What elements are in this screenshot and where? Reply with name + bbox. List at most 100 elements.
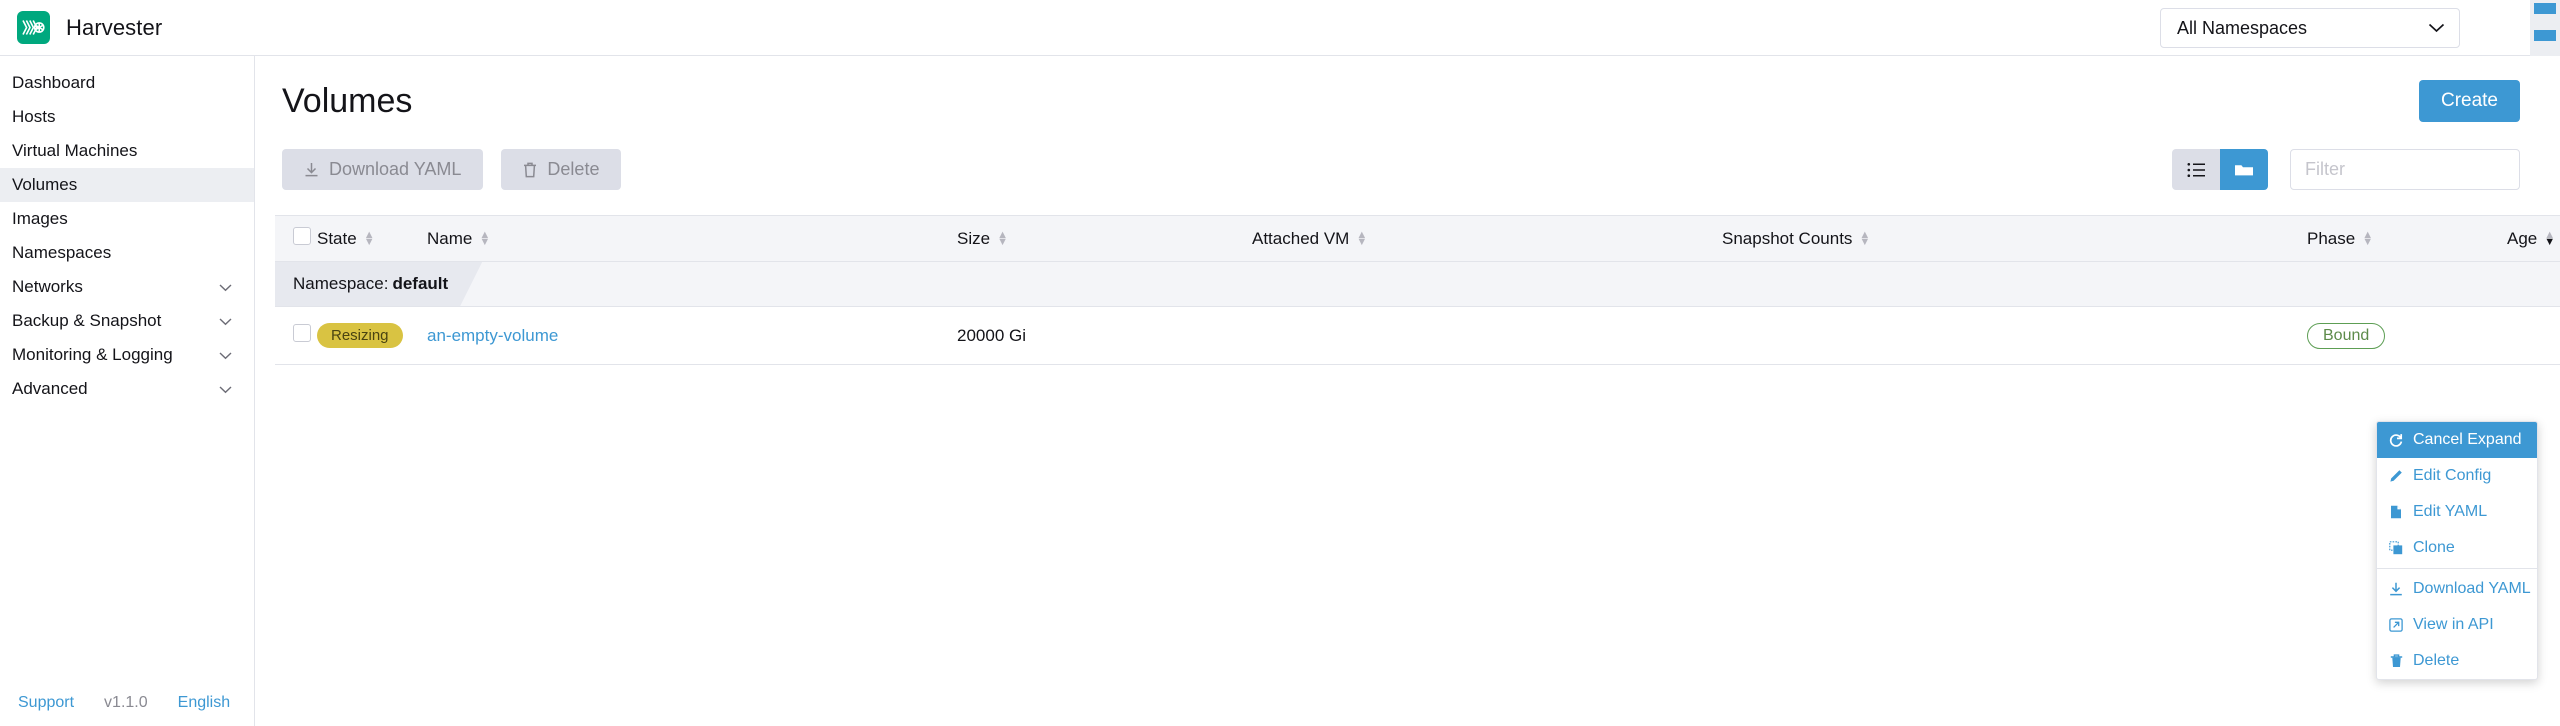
sidebar: Dashboard Hosts Virtual Machines Volumes… bbox=[0, 55, 255, 726]
cell-phase: Bound bbox=[2307, 306, 2507, 365]
filter-input[interactable] bbox=[2290, 149, 2520, 190]
namespace-selector-value: All Namespaces bbox=[2177, 17, 2308, 38]
cell-state: Resizing bbox=[317, 306, 427, 365]
sidebar-item-namespaces[interactable]: Namespaces bbox=[0, 236, 254, 270]
column-header-age[interactable]: Age ▲ ▼ bbox=[2507, 216, 2560, 262]
column-header-state[interactable]: State ▲ ▼ bbox=[317, 216, 427, 262]
brand[interactable]: Harvester bbox=[0, 11, 162, 44]
column-label: Age bbox=[2507, 228, 2538, 248]
language-link[interactable]: English bbox=[178, 694, 230, 712]
cell-attached-vm bbox=[1252, 306, 1722, 365]
row-checkbox[interactable] bbox=[293, 324, 311, 342]
sidebar-item-backup-snapshot[interactable]: Backup & Snapshot bbox=[0, 304, 254, 338]
column-label: Attached VM bbox=[1252, 228, 1350, 248]
context-menu-item-edit-config[interactable]: Edit Config bbox=[2377, 458, 2537, 494]
main-content: Volumes Create Download YAML Delete Filt… bbox=[255, 55, 2560, 726]
column-label: Phase bbox=[2307, 228, 2356, 248]
volume-name-link[interactable]: an-empty-volume bbox=[427, 326, 558, 345]
file-icon bbox=[2388, 505, 2404, 519]
sidebar-item-label: Networks bbox=[12, 277, 83, 296]
window-scrollbar[interactable] bbox=[2530, 0, 2560, 56]
sidebar-item-label: Hosts bbox=[12, 107, 56, 126]
refresh-icon bbox=[2388, 433, 2404, 447]
table-head: State ▲ ▼ Name ▲ ▼ Size ▲ ▼ Attached VM … bbox=[275, 215, 2560, 262]
toolbar: Download YAML Delete bbox=[275, 149, 2525, 190]
download-yaml-label: Download YAML bbox=[329, 159, 462, 179]
sidebar-item-networks[interactable]: Networks bbox=[0, 270, 254, 304]
toolbar-left: Download YAML Delete bbox=[282, 149, 622, 190]
namespace-group-tab[interactable]: Namespace: default bbox=[275, 262, 482, 306]
version-label: v1.1.0 bbox=[104, 694, 148, 711]
brand-name: Harvester bbox=[66, 14, 163, 40]
table-group-cell: Namespace: default bbox=[275, 261, 2560, 307]
download-icon bbox=[2388, 582, 2404, 596]
download-icon bbox=[304, 162, 319, 178]
sidebar-item-volumes[interactable]: Volumes bbox=[0, 168, 254, 202]
sidebar-item-label: Virtual Machines bbox=[12, 141, 138, 160]
select-all-header bbox=[275, 216, 317, 262]
app-header: Harvester All Namespaces bbox=[0, 0, 2560, 56]
scrollbar-thumb-top[interactable] bbox=[2534, 3, 2556, 14]
sidebar-item-advanced[interactable]: Advanced bbox=[0, 372, 254, 406]
copy-icon bbox=[2388, 541, 2404, 555]
status-badge: Resizing bbox=[317, 323, 403, 348]
sidebar-item-label: Monitoring & Logging bbox=[12, 345, 173, 364]
chevron-down-icon bbox=[219, 315, 232, 328]
sidebar-item-label: Images bbox=[12, 209, 68, 228]
row-select-cell bbox=[275, 306, 317, 365]
chevron-down-icon bbox=[219, 349, 232, 362]
context-menu-item-cancel-expand[interactable]: Cancel Expand bbox=[2377, 422, 2537, 458]
column-header-size[interactable]: Size ▲ ▼ bbox=[957, 216, 1252, 262]
page-title: Volumes bbox=[282, 82, 413, 120]
phase-badge: Bound bbox=[2307, 322, 2386, 349]
external-link-icon bbox=[2388, 618, 2404, 632]
context-menu-item-label: Cancel Expand bbox=[2413, 431, 2522, 448]
column-header-attached-vm[interactable]: Attached VM ▲ ▼ bbox=[1252, 216, 1722, 262]
column-label: Name bbox=[427, 228, 473, 248]
list-view-icon[interactable] bbox=[2172, 149, 2220, 190]
select-all-checkbox[interactable] bbox=[293, 227, 311, 245]
column-label: State bbox=[317, 228, 357, 248]
sidebar-item-monitoring-logging[interactable]: Monitoring & Logging bbox=[0, 338, 254, 372]
column-header-phase[interactable]: Phase ▲ ▼ bbox=[2307, 216, 2507, 262]
delete-label: Delete bbox=[547, 159, 600, 179]
table-header-row: State ▲ ▼ Name ▲ ▼ Size ▲ ▼ Attached VM … bbox=[275, 215, 2560, 262]
sort-icon: ▲ ▼ bbox=[1859, 228, 1871, 248]
sidebar-item-label: Backup & Snapshot bbox=[12, 311, 162, 330]
sort-icon-descending: ▲ ▼ bbox=[2544, 228, 2556, 248]
delete-button[interactable]: Delete bbox=[501, 149, 622, 190]
sidebar-footer: Support v1.1.0 English bbox=[0, 694, 254, 726]
context-menu-item-edit-yaml[interactable]: Edit YAML bbox=[2377, 494, 2537, 530]
cell-size: 20000 Gi bbox=[957, 306, 1252, 365]
context-menu-item-delete[interactable]: Delete bbox=[2377, 643, 2537, 679]
scrollbar-thumb-bottom[interactable] bbox=[2534, 30, 2556, 41]
chevron-down-icon bbox=[219, 383, 232, 396]
namespace-group-prefix: Namespace: bbox=[293, 274, 389, 293]
chevron-down-icon bbox=[2428, 21, 2445, 36]
context-menu-item-download-yaml[interactable]: Download YAML bbox=[2377, 571, 2537, 607]
folder-group-icon[interactable] bbox=[2220, 149, 2268, 190]
create-button[interactable]: Create bbox=[2418, 80, 2520, 122]
sidebar-item-label: Namespaces bbox=[12, 243, 112, 262]
pencil-icon bbox=[2388, 469, 2404, 483]
download-yaml-button[interactable]: Download YAML bbox=[282, 149, 484, 190]
context-menu-item-clone[interactable]: Clone bbox=[2377, 530, 2537, 566]
table-row[interactable]: Resizing an-empty-volume 20000 Gi Bound bbox=[275, 306, 2560, 365]
app-body: Dashboard Hosts Virtual Machines Volumes… bbox=[0, 55, 2560, 726]
context-menu-item-label: View in API bbox=[2413, 616, 2494, 633]
sidebar-item-hosts[interactable]: Hosts bbox=[0, 100, 254, 134]
column-header-name[interactable]: Name ▲ ▼ bbox=[427, 216, 957, 262]
sidebar-item-images[interactable]: Images bbox=[0, 202, 254, 236]
sort-icon: ▲ ▼ bbox=[997, 228, 1008, 248]
column-label: Size bbox=[957, 228, 991, 248]
sidebar-item-virtual-machines[interactable]: Virtual Machines bbox=[0, 134, 254, 168]
support-link[interactable]: Support bbox=[18, 694, 74, 712]
sidebar-item-dashboard[interactable]: Dashboard bbox=[0, 66, 254, 100]
context-menu-item-label: Download YAML bbox=[2413, 580, 2531, 597]
trash-icon bbox=[2388, 654, 2404, 668]
title-row: Volumes Create bbox=[275, 56, 2525, 122]
column-header-snapshot-counts[interactable]: Snapshot Counts ▲ ▼ bbox=[1722, 216, 2307, 262]
namespace-selector[interactable]: All Namespaces bbox=[2160, 8, 2460, 48]
context-menu-item-view-in-api[interactable]: View in API bbox=[2377, 607, 2537, 643]
